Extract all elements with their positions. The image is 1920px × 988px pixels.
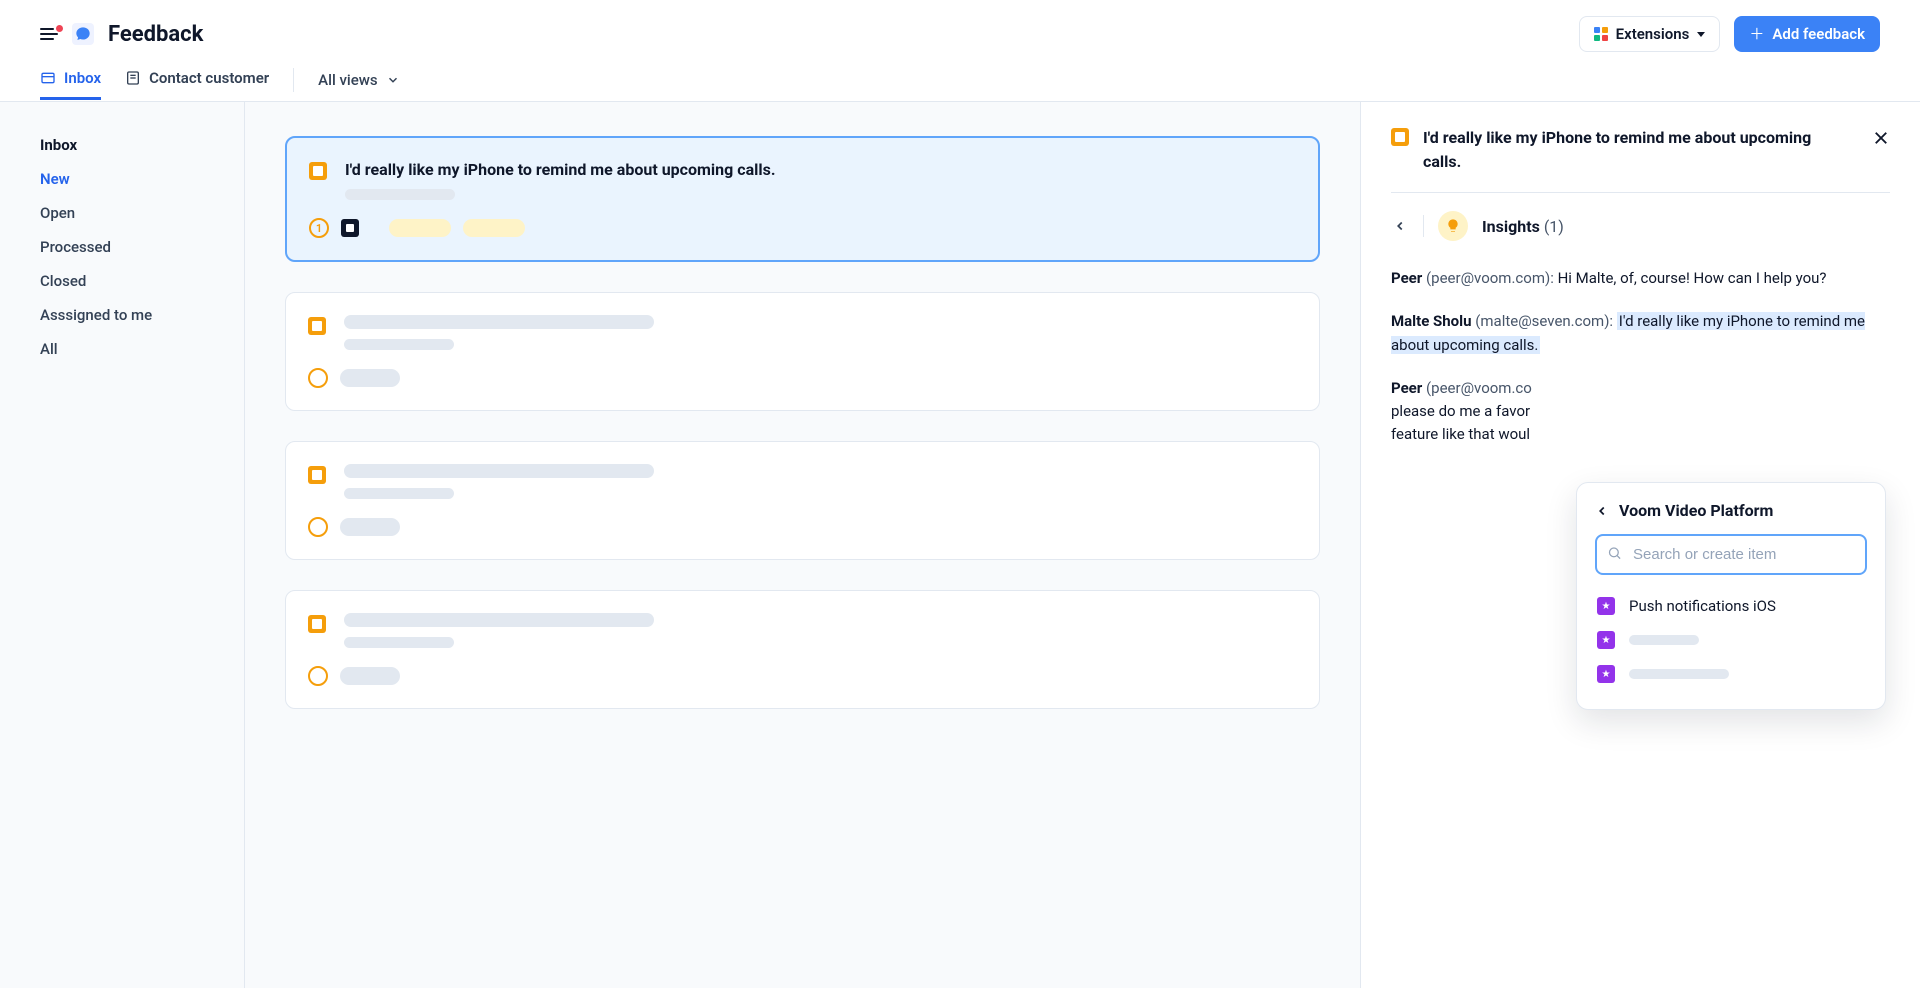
plus-icon: ＋ (1749, 27, 1764, 42)
speaker-email: (peer@voom.com): (1426, 269, 1554, 287)
transcript-line: Malte Sholu (malte@seven.com): I'd reall… (1391, 310, 1890, 357)
close-icon (1872, 129, 1890, 147)
close-button[interactable] (1864, 126, 1890, 152)
divider (293, 68, 294, 92)
count-badge-empty (308, 368, 328, 388)
transcript-line: Peer (peer@voom.co please do me a favor … (1391, 377, 1890, 447)
sidebar-item-closed[interactable]: Closed (0, 264, 244, 298)
speaker-name: Malte Sholu (1391, 312, 1472, 330)
back-button[interactable] (1391, 217, 1409, 235)
skeleton-line (344, 339, 454, 350)
tag-pill (340, 667, 400, 685)
star-icon: ★ (1597, 665, 1615, 683)
tab-inbox-label: Inbox (64, 69, 101, 87)
popover-title: Voom Video Platform (1619, 501, 1773, 520)
skeleton-line (344, 637, 454, 648)
sidebar-item-new[interactable]: New (0, 162, 244, 196)
popover-item[interactable]: ★ Push notifications iOS (1595, 589, 1867, 623)
feedback-type-icon (308, 466, 326, 484)
link-item-popover: Voom Video Platform ★ Push notifications… (1576, 482, 1886, 710)
search-icon (1607, 545, 1622, 564)
divider (1423, 215, 1424, 237)
tag-pill (340, 369, 400, 387)
app-logo-icon (72, 23, 94, 45)
insights-label: Insights (1482, 217, 1540, 236)
insights-count: (1) (1544, 217, 1564, 236)
details-panel: I'd really like my iPhone to remind me a… (1360, 102, 1920, 988)
skeleton-line (1629, 669, 1729, 679)
skeleton-line (344, 488, 454, 499)
search-input[interactable] (1595, 534, 1867, 575)
tab-contact-label: Contact customer (149, 69, 269, 87)
notification-dot-icon (55, 24, 64, 33)
feedback-type-icon (308, 317, 326, 335)
speaker-email: (malte@seven.com): (1475, 312, 1613, 330)
tag-pill (389, 219, 451, 237)
feedback-title: I'd really like my iPhone to remind me a… (345, 160, 1292, 179)
speaker-name: Peer (1391, 269, 1422, 287)
feedback-type-icon (308, 615, 326, 633)
sidebar-item-processed[interactable]: Processed (0, 230, 244, 264)
star-icon: ★ (1597, 597, 1615, 615)
tag-pill (463, 219, 525, 237)
popover-item[interactable]: ★ (1595, 657, 1867, 691)
add-feedback-label: Add feedback (1772, 25, 1865, 43)
feedback-card-selected[interactable]: I'd really like my iPhone to remind me a… (285, 136, 1320, 262)
feedback-type-icon (309, 162, 327, 180)
sidebar-item-all[interactable]: All (0, 332, 244, 366)
feedback-card[interactable] (285, 441, 1320, 560)
contact-icon (125, 70, 141, 86)
feedback-card[interactable] (285, 590, 1320, 709)
chevron-left-icon[interactable] (1595, 504, 1609, 518)
sidebar-item-open[interactable]: Open (0, 196, 244, 230)
transcript-line: Peer (peer@voom.com): Hi Malte, of, cour… (1391, 267, 1890, 290)
speaker-text: feature like that woul (1391, 425, 1530, 443)
stop-icon (341, 219, 359, 237)
speaker-email: (peer@voom.co (1426, 379, 1532, 397)
page-title: Feedback (108, 22, 203, 47)
inbox-icon (40, 70, 56, 86)
views-label: All views (318, 71, 377, 89)
extensions-label: Extensions (1616, 25, 1690, 43)
skeleton-line (1629, 635, 1699, 645)
tab-contact-customer[interactable]: Contact customer (125, 59, 269, 100)
sidebar-item-assigned[interactable]: Asssigned to me (0, 298, 244, 332)
popover-item[interactable]: ★ (1595, 623, 1867, 657)
star-icon: ★ (1597, 631, 1615, 649)
chevron-left-icon (1393, 219, 1407, 233)
views-dropdown[interactable]: All views (318, 71, 399, 89)
details-title: I'd really like my iPhone to remind me a… (1423, 126, 1850, 174)
count-badge-empty (308, 666, 328, 686)
caret-down-icon (1697, 32, 1705, 37)
count-badge-empty (308, 517, 328, 537)
skeleton-line (344, 613, 654, 627)
chevron-down-icon (386, 73, 400, 87)
menu-button[interactable] (40, 28, 58, 40)
sidebar-heading-inbox[interactable]: Inbox (0, 128, 244, 162)
popover-item-label: Push notifications iOS (1629, 597, 1776, 615)
speaker-text: Hi Malte, of, course! How can I help you… (1558, 269, 1827, 287)
skeleton-line (345, 189, 455, 200)
sidebar: Inbox New Open Processed Closed Asssigne… (0, 102, 245, 988)
speaker-name: Peer (1391, 379, 1422, 397)
feedback-type-icon (1391, 128, 1409, 146)
skeleton-line (344, 464, 654, 478)
extensions-button[interactable]: Extensions (1579, 16, 1721, 52)
skeleton-line (344, 315, 654, 329)
add-feedback-button[interactable]: ＋ Add feedback (1734, 16, 1880, 52)
count-badge: 1 (309, 218, 329, 238)
tag-pill (340, 518, 400, 536)
extensions-icon (1594, 27, 1608, 41)
insights-icon (1438, 211, 1468, 241)
tab-inbox[interactable]: Inbox (40, 59, 101, 100)
speaker-text: please do me a favor (1391, 402, 1530, 420)
feedback-card[interactable] (285, 292, 1320, 411)
